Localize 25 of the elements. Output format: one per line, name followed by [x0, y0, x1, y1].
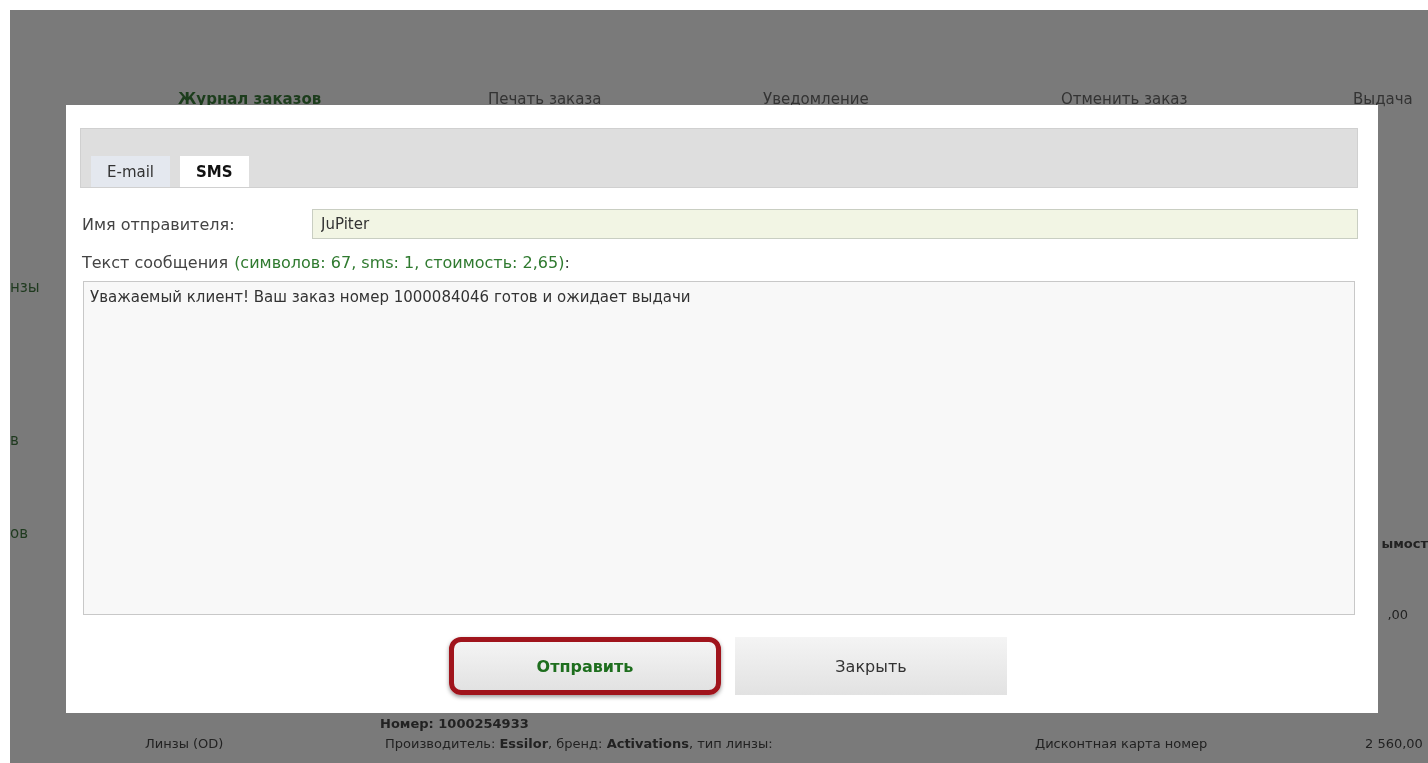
message-counter: (символов: 67, sms: 1, стоимость: 2,65)	[234, 253, 565, 272]
message-label: Текст сообщения	[82, 253, 229, 272]
nav-link[interactable]: Уведомление	[763, 90, 1061, 108]
sidebar-item[interactable]: нзы	[10, 278, 40, 296]
table-cell-text: ,00	[1387, 607, 1410, 622]
table-cell-text: Производитель: Essilor, бренд: Activations, тип линзы:	[385, 736, 774, 751]
nav-link[interactable]: Журнал заказов	[178, 90, 488, 108]
message-field[interactable]: Уважаемый клиент! Ваш заказ номер 1000084046 готов и ожидает выдачи	[83, 281, 1355, 615]
send-button[interactable]: Отправить	[449, 637, 721, 695]
sidebar-item[interactable]: ов	[10, 524, 40, 542]
sender-label: Имя отправителя:	[81, 214, 236, 234]
table-cell-text: Дисконтная карта номер	[1035, 736, 1209, 751]
close-button[interactable]: Закрыть	[735, 637, 1007, 695]
sender-name-field[interactable]: JuPiter	[312, 209, 1358, 239]
table-cell: 2 560,00	[1365, 736, 1423, 751]
nav-link[interactable]: Печать заказа	[488, 90, 763, 108]
table-cell-text: Линзы (OD)	[144, 736, 225, 751]
sidebar-item[interactable]: в	[10, 431, 40, 449]
nav-link[interactable]: Выдача	[1353, 90, 1413, 108]
order-number: Номер: 1000254933	[380, 716, 530, 731]
tab[interactable]: SMS	[180, 156, 249, 187]
colon-label: :	[564, 253, 570, 272]
nav-link[interactable]: Отменить заказ	[1061, 90, 1353, 108]
tab[interactable]: E-mail	[91, 156, 171, 187]
table-cell: ымост	[1381, 536, 1428, 551]
